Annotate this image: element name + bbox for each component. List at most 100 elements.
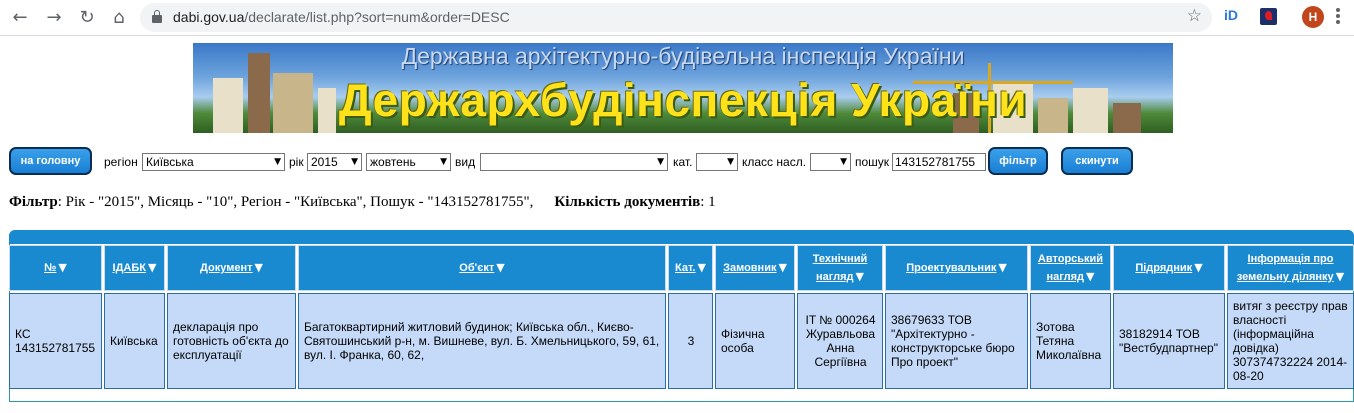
table-cell-land-info: витяг з реєстру прав власності (інформац… [1227,293,1354,389]
sort-link-tech-supervision-line2[interactable]: нагляд [816,271,853,283]
cell-text: витяг з реєстру прав власності (інформац… [1233,299,1348,383]
class-select[interactable]: ▼ [810,153,851,171]
sort-desc-icon[interactable]: ▼ [856,270,864,283]
year-select[interactable]: 2015 ▼ [307,153,362,171]
table-cell-idabk: Київська [104,293,165,389]
sort-link-designer[interactable]: Проектувальник [906,262,996,274]
chevron-down-icon: ▼ [840,157,847,167]
table-cell-document: декларація про готовність об'єкта до екс… [167,293,296,389]
chevron-down-icon: ▼ [351,157,358,167]
chevron-down-icon: ▼ [657,157,664,167]
column-header-land-info[interactable]: Інформація про земельну ділянку ▼ [1227,245,1354,291]
home-button[interactable]: на головну [9,147,92,175]
table-cell-author-supervision: Зотова Тетяна Миколаївна [1030,293,1111,389]
cell-text: декларація про готовність об'єкта до екс… [173,320,289,362]
filter-summary-label: Фільтр [9,194,58,210]
browser-toolbar: ← → ↻ ⌂ dabi.gov.ua/declarate/list.php?s… [0,0,1354,36]
cell-text: IT № 000264 Журавльова Анна Сергіївна [805,313,876,369]
extension-id-icon[interactable]: iD [1224,7,1238,23]
table-cell-number: КС 143152781755 [9,293,102,389]
column-header-author-supervision[interactable]: Авторський нагляд ▼ [1030,245,1111,291]
site-banner: Державна архітектурно-будівельна інспекц… [193,43,1173,133]
cell-text: КС 143152781755 [15,327,96,355]
extension-fox-icon[interactable] [1260,8,1277,25]
back-icon[interactable]: ← [8,6,32,30]
year-select-value: 2015 [311,155,338,169]
sort-link-idabk[interactable]: ІДАБК [113,262,146,274]
cell-text: Багатоквартирний житловий будинок; Київс… [304,320,660,362]
category-select[interactable]: ▼ [696,153,738,171]
sort-desc-icon[interactable]: ▼ [697,261,705,274]
cell-text: 38182914 ТОВ "Вестбудпартнер" [1119,327,1218,355]
sort-desc-icon[interactable]: ▼ [1194,261,1202,274]
column-header-idabk[interactable]: ІДАБК ▼ [104,245,165,291]
table-cell-designer: 38679633 ТОВ "Архітектурно - конструктор… [885,293,1028,389]
search-label: пошук [855,155,890,169]
table-cell-object: Багатоквартирний житловий будинок; Київс… [298,293,666,389]
sort-link-object[interactable]: Об'єкт [459,262,494,274]
home-icon[interactable]: ⌂ [107,6,131,30]
sort-desc-icon[interactable]: ▼ [255,261,263,274]
sort-link-category[interactable]: Кат. [675,262,695,274]
sort-desc-icon[interactable]: ▼ [1336,270,1344,283]
sort-desc-icon[interactable]: ▼ [1086,270,1094,283]
sort-link-contractor[interactable]: Підрядник [1135,262,1192,274]
chevron-down-icon: ▼ [727,157,734,167]
column-header-category[interactable]: Кат. ▼ [668,245,713,291]
url-host: dabi.gov.ua [173,9,245,25]
chevron-down-icon: ▼ [440,157,447,167]
lock-icon[interactable] [152,10,162,23]
region-label: регіон [104,155,138,169]
category-label: кат. [673,155,693,169]
extension-label: iD [1224,7,1238,23]
column-header-customer[interactable]: Замовник ▼ [715,245,795,291]
sort-desc-icon[interactable]: ▼ [148,261,156,274]
cell-text: Фізична особа [721,327,765,355]
chevron-down-icon: ▼ [274,157,281,167]
search-input[interactable]: 143152781755 [892,153,986,171]
profile-avatar[interactable]: H [1302,6,1324,28]
column-header-designer[interactable]: Проектувальник ▼ [885,245,1028,291]
region-select[interactable]: Київська ▼ [142,153,285,171]
sort-link-document[interactable]: Документ [200,262,252,274]
column-header-document[interactable]: Документ ▼ [167,245,296,291]
sort-link-tech-supervision[interactable]: Технічний [813,253,868,265]
sort-desc-icon[interactable]: ▼ [58,261,66,274]
cell-text: Зотова Тетяна Миколаївна [1036,320,1102,362]
column-header-number[interactable]: № ▼ [9,245,102,291]
column-header-contractor[interactable]: Підрядник ▼ [1113,245,1225,291]
banner-subtitle: Державна архітектурно-будівельна інспекц… [401,43,965,69]
bookmark-star-icon[interactable]: ☆ [1187,6,1202,26]
address-bar[interactable]: dabi.gov.ua/declarate/list.php?sort=num&… [140,3,1212,32]
banner-title: Держархбудінспекція України [338,74,1028,126]
kind-label: вид [455,155,476,169]
forward-icon[interactable]: → [42,6,66,30]
table-cell-customer: Фізична особа [715,293,795,389]
kind-select[interactable]: ▼ [480,153,668,171]
sort-link-customer[interactable]: Замовник [723,262,776,274]
region-select-value: Київська [146,155,194,169]
sort-link-land-info-line2[interactable]: земельну ділянку [1237,271,1334,283]
year-label: рік [289,155,304,169]
column-header-tech-supervision[interactable]: Технічний нагляд ▼ [797,245,883,291]
url-path: /declarate/list.php?sort=num&order=DESC [244,9,510,25]
url-text[interactable]: dabi.gov.ua/declarate/list.php?sort=num&… [173,9,510,25]
cell-text: 3 [687,334,695,348]
sort-desc-icon[interactable]: ▼ [496,261,504,274]
table-cell-contractor: 38182914 ТОВ "Вестбудпартнер" [1113,293,1225,389]
kebab-menu-icon[interactable] [1336,8,1340,26]
sort-desc-icon[interactable]: ▼ [998,261,1006,274]
sort-link-land-info[interactable]: Інформація про [1248,253,1334,265]
cell-text: Київська [110,334,158,348]
filter-button[interactable]: фільтр [988,147,1048,175]
sort-link-number[interactable]: № [44,262,56,274]
column-header-object[interactable]: Об'єкт ▼ [298,245,666,291]
sort-desc-icon[interactable]: ▼ [778,261,786,274]
reload-icon[interactable]: ↻ [75,6,99,30]
sort-link-author-supervision[interactable]: Авторський [1038,253,1103,265]
reset-button[interactable]: скинути [1061,147,1133,175]
month-select-value: жовтень [370,155,416,169]
table-top-bar [9,230,1354,244]
sort-link-author-supervision-line2[interactable]: нагляд [1047,271,1084,283]
month-select[interactable]: жовтень ▼ [366,153,451,171]
